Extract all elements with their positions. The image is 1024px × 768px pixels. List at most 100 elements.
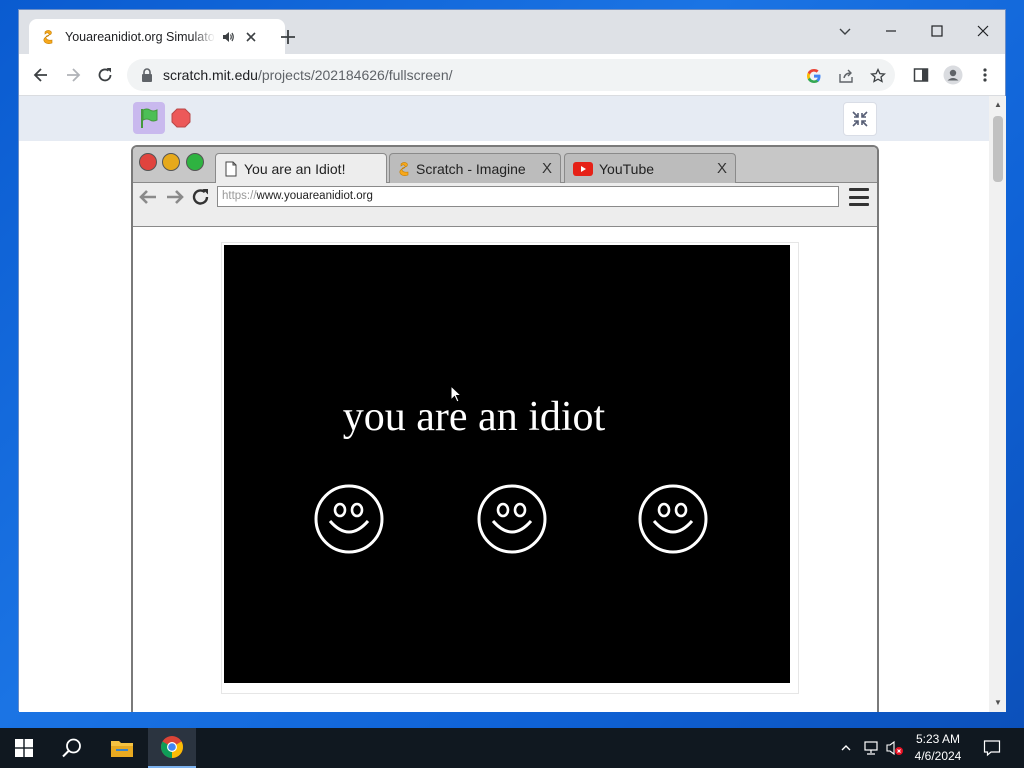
simulated-page-content: you are an idiot [133, 228, 877, 712]
kebab-menu-icon [983, 68, 987, 82]
forward-arrow-icon [67, 68, 81, 82]
simulated-address-bar[interactable]: https://www.youareanidiot.org [217, 186, 839, 207]
new-tab-plus-icon[interactable] [277, 26, 299, 48]
profile-button[interactable] [941, 63, 965, 87]
taskbar-file-explorer[interactable] [98, 728, 146, 768]
traffic-light-minimize-icon[interactable] [162, 153, 180, 171]
simulated-forward-button[interactable] [164, 186, 186, 208]
windows-logo-icon [15, 739, 33, 757]
close-icon [977, 25, 989, 37]
simulated-tab-label: You are an Idiot! [244, 161, 346, 177]
simulated-browser-window: You are an Idiot! Scratch - Imagine X Yo… [131, 145, 879, 712]
youtube-logo-icon [573, 161, 593, 176]
simulated-tab-label: YouTube [599, 160, 655, 177]
page-scrollbar[interactable]: ▲ ▼ [989, 96, 1006, 712]
notifications-icon[interactable] [982, 738, 1002, 758]
side-panel-button[interactable] [909, 63, 933, 87]
tab-search-button[interactable] [822, 16, 868, 46]
scrollbar-thumb[interactable] [993, 116, 1003, 182]
forward-button[interactable] [61, 63, 85, 87]
star-icon [870, 68, 886, 83]
reload-button[interactable] [93, 63, 117, 87]
back-arrow-icon [33, 68, 47, 82]
address-url: scratch.mit.edu/projects/202184626/fulls… [163, 67, 453, 83]
google-g-icon [807, 69, 821, 83]
reload-icon [98, 68, 112, 82]
simulated-back-button[interactable] [137, 186, 159, 208]
traffic-light-close-icon[interactable] [139, 153, 157, 171]
idiot-message: you are an idiot [342, 394, 606, 440]
clock-time: 5:23 AM [915, 732, 961, 746]
url-host: scratch.mit.edu [163, 67, 258, 83]
smiley-face-icon [638, 484, 708, 554]
scroll-down-arrow-icon[interactable]: ▼ [993, 698, 1003, 708]
taskbar-chrome[interactable] [148, 728, 196, 768]
side-panel-icon [913, 68, 929, 82]
simulated-tab-scratch[interactable]: Scratch - Imagine X [389, 153, 561, 183]
bookmark-button[interactable] [869, 67, 887, 85]
browser-tab[interactable]: Youareanidiot.org Simulator [29, 19, 285, 54]
browser-toolbar: scratch.mit.edu/projects/202184626/fulls… [19, 54, 1005, 96]
network-icon[interactable] [862, 739, 880, 757]
tab-strip: Youareanidiot.org Simulator [19, 10, 1005, 54]
google-lens-button[interactable] [805, 67, 823, 85]
maximize-button[interactable] [914, 16, 960, 46]
search-icon [62, 738, 81, 758]
start-button[interactable] [0, 728, 48, 768]
taskbar-search-button[interactable] [48, 728, 96, 768]
smiley-face-icon [477, 484, 547, 554]
address-bar[interactable]: scratch.mit.edu/projects/202184626/fulls… [127, 59, 895, 91]
menu-button[interactable] [973, 63, 997, 87]
share-icon [839, 69, 853, 83]
scratch-controls-bar [19, 96, 989, 141]
windows-taskbar: 5:23 AM 4/6/2024 [0, 728, 1024, 768]
browser-window: Youareanidiot.org Simulator scratch.mit.… [18, 9, 1006, 712]
smiley-face-icon [314, 484, 384, 554]
document-icon [225, 161, 237, 177]
speaker-icon[interactable] [221, 30, 235, 44]
url-path: /projects/202184626/fullscreen/ [257, 67, 453, 83]
simulated-url-host: www.youareanidiot.org [256, 190, 373, 202]
scroll-up-arrow-icon[interactable]: ▲ [993, 100, 1003, 110]
simulated-tab-idiot[interactable]: You are an Idiot! [215, 153, 387, 184]
traffic-light-maximize-icon[interactable] [186, 153, 204, 171]
simulated-tab-bar: You are an Idiot! Scratch - Imagine X Yo… [133, 147, 877, 184]
idiot-popup-frame: you are an idiot [221, 242, 799, 694]
volume-muted-icon[interactable] [886, 739, 904, 757]
simulated-tab-close-icon[interactable]: X [717, 160, 727, 177]
minimize-button[interactable] [868, 16, 914, 46]
scratch-logo-icon [399, 161, 409, 176]
lock-icon[interactable] [141, 68, 153, 82]
scratch-favicon-icon [43, 29, 53, 44]
back-button[interactable] [29, 63, 53, 87]
tray-overflow-chevron-icon[interactable] [837, 739, 855, 757]
share-button[interactable] [837, 67, 855, 85]
stop-sign-icon[interactable] [171, 108, 191, 128]
simulated-toolbar: https://www.youareanidiot.org [133, 183, 877, 227]
hamburger-menu-icon[interactable] [849, 188, 869, 206]
green-flag-button[interactable] [133, 102, 165, 134]
simulated-tab-label: Scratch - Imagine [416, 160, 526, 177]
tab-close-icon[interactable] [243, 29, 259, 45]
clock-date: 4/6/2024 [914, 749, 962, 763]
close-window-button[interactable] [960, 16, 1006, 46]
system-clock[interactable]: 5:23 AM 4/6/2024 [904, 731, 972, 765]
mouse-cursor-icon [450, 385, 462, 403]
simulated-reload-button[interactable] [190, 186, 212, 208]
simulated-tab-close-icon[interactable]: X [542, 160, 552, 177]
folder-icon [111, 741, 133, 757]
simulated-tab-youtube[interactable]: YouTube X [564, 153, 736, 183]
reload-icon [192, 189, 209, 205]
chrome-logo-icon [161, 736, 183, 758]
simulated-url-scheme: https:// [222, 190, 257, 202]
idiot-popup[interactable]: you are an idiot [224, 245, 790, 683]
maximize-icon [931, 25, 943, 37]
minimize-icon [886, 30, 896, 32]
green-flag-icon [141, 108, 158, 128]
back-arrow-icon [139, 190, 156, 204]
exit-fullscreen-icon [852, 111, 868, 127]
exit-fullscreen-button[interactable] [843, 102, 877, 136]
page-viewport: You are an Idiot! Scratch - Imagine X Yo… [19, 96, 989, 712]
tab-title: Youareanidiot.org Simulator [65, 29, 215, 44]
profile-avatar-icon [943, 65, 963, 85]
